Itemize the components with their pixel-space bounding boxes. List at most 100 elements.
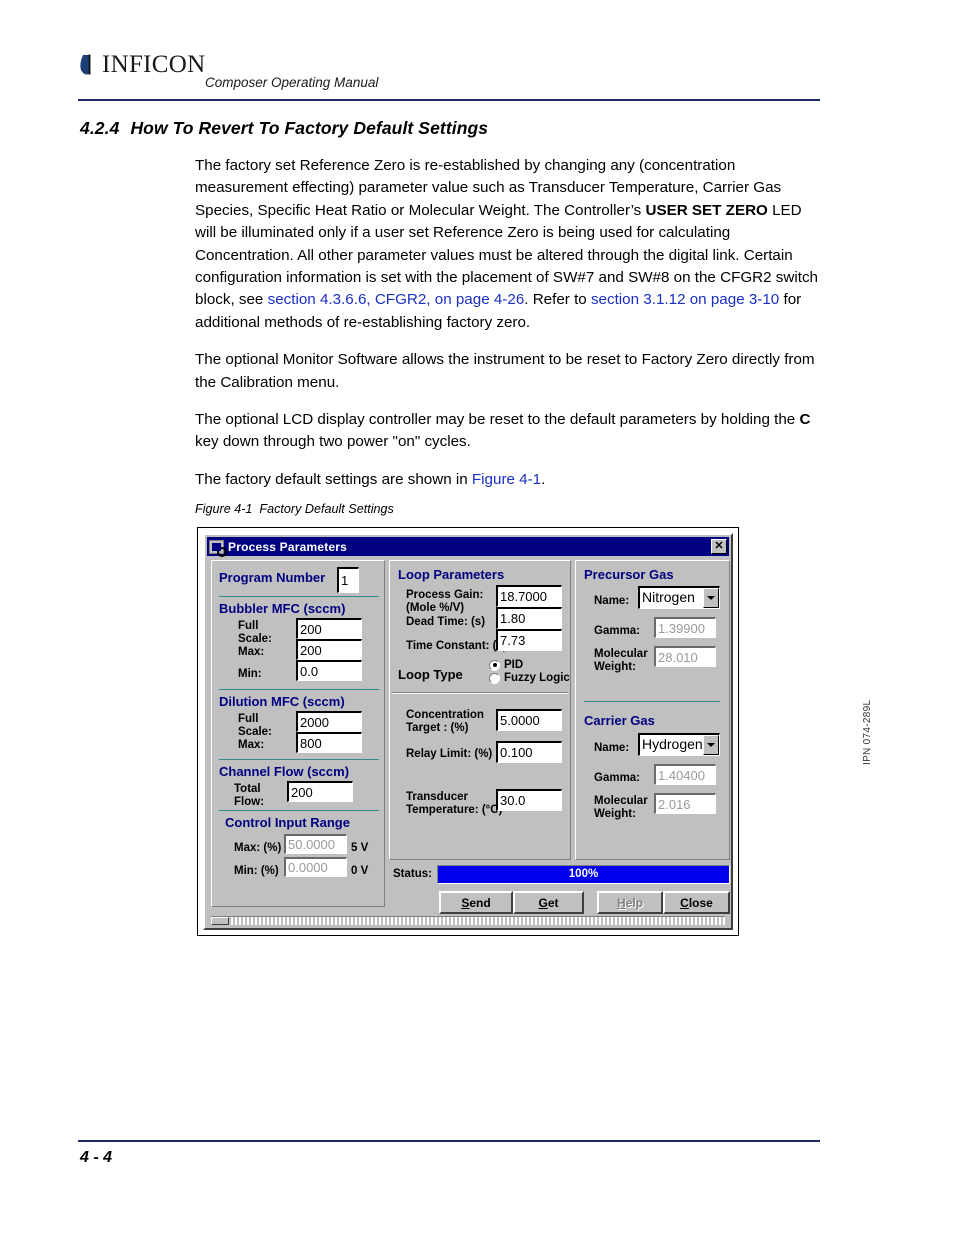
bubbler-fs-line2: Scale: [238,632,272,645]
mid-divider-highlight [392,693,568,694]
carrier-mw-line1: Molecular [594,795,648,807]
loop-type-pid-option[interactable]: PID [489,659,570,671]
precursor-mw-label: Molecular Weight: [594,648,648,673]
process-gain-line2: (Mole %/V) [406,601,465,614]
dilution-full-scale-input[interactable]: 2000 [296,711,362,732]
send-button[interactable]: Send [439,891,513,914]
footer-rule [78,1140,820,1142]
control-min-volts: 0 V [351,865,369,877]
send-mnemonic: S [461,895,470,910]
cross-reference-section-3-1-12[interactable]: section 3.1.12 on page 3-10 [591,291,779,308]
precursor-gas-name-select[interactable]: Nitrogen [638,586,720,609]
process-parameters-dialog: Process Parameters ✕ Program Number 1 Bu… [203,533,733,930]
divider-5 [584,701,720,702]
send-label-rest: end [469,895,491,910]
horizontal-scrollbar[interactable] [211,916,725,925]
bubbler-mfc-title: Bubbler MFC (sccm) [219,601,346,616]
dialog-titlebar[interactable]: Process Parameters ✕ [207,537,729,557]
scrollbar-thumb[interactable] [211,917,229,925]
precursor-gas-title: Precursor Gas [584,567,674,582]
radio-unselected-icon[interactable] [489,672,500,684]
precursor-mw-line1: Molecular [594,648,648,660]
dilution-fs-line1: Full [238,713,259,725]
precursor-name-label: Name: [594,595,630,607]
dialog-body: Program Number 1 Bubbler MFC (sccm) Full… [207,556,730,926]
precursor-gas-name-value: Nitrogen [642,589,695,605]
paragraph-3: The optional LCD display controller may … [195,409,820,454]
chevron-down-icon[interactable] [703,588,719,608]
transducer-line2: Temperature: (°C) [406,803,503,816]
relay-limit-input[interactable]: 0.100 [496,741,562,763]
paragraph-2: The optional Monitor Software allows the… [195,351,815,391]
progress-percent: 100% [568,868,599,880]
figure-caption-text: Factory Default Settings [259,502,394,516]
close-mnemonic: C [680,895,689,910]
radio-selected-icon[interactable] [489,659,500,671]
carrier-gas-name-select[interactable]: Hydrogen [638,733,720,756]
concentration-target-input[interactable]: 5.0000 [496,709,562,731]
time-constant-input[interactable]: 7.73 [496,629,562,651]
close-button[interactable]: Close [663,891,730,914]
process-gain-input[interactable]: 18.7000 [496,585,562,607]
progress-bar: 100% [436,864,730,884]
program-number-input[interactable]: 1 [337,567,359,593]
bubbler-full-scale-input[interactable]: 200 [296,618,362,639]
control-max-label: Max: (%) [234,842,282,854]
loop-type-pid-label: PID [504,659,524,671]
get-label-rest: et [547,895,559,910]
dialog-title: Process Parameters [228,539,348,554]
p1-emphasis: USER SET ZERO [645,201,768,219]
control-max-volts: 5 V [351,842,369,854]
header-rule [78,99,820,101]
precursor-gamma-value: 1.39900 [654,617,716,638]
bubbler-max-input[interactable]: 200 [296,639,362,660]
dilution-mfc-title: Dilution MFC (sccm) [219,694,345,709]
carrier-mw-label: Molecular Weight: [594,795,648,820]
cross-reference-cfgr2[interactable]: section 4.3.6.6, CFGR2, on page 4-26 [268,291,525,308]
control-max-input: 50.0000 [284,834,347,854]
manual-title: Composer Operating Manual [205,75,379,90]
dead-time-input[interactable]: 1.80 [496,607,562,629]
transducer-temperature-input[interactable]: 30.0 [496,789,562,811]
loop-type-fuzzy-option[interactable]: Fuzzy Logic [489,672,570,684]
cross-reference-figure-4-1[interactable]: Figure 4-1 [472,471,541,488]
precursor-mw-value: 28.010 [654,646,716,667]
p4-part-a: The factory default settings are shown i… [195,470,472,488]
channel-flow-total-input[interactable]: 200 [287,781,353,802]
dilution-max-label: Max: [238,739,265,751]
carrier-gamma-label: Gamma: [594,772,641,784]
close-label-rest: lose [688,895,713,910]
help-button: Help [597,891,663,914]
status-label: Status: [393,868,432,880]
left-panel: Program Number 1 Bubbler MFC (sccm) Full… [211,560,385,907]
divider-4 [219,810,379,811]
dilution-full-scale-label: Full Scale: [238,713,272,738]
control-input-range-title: Control Input Range [225,815,350,830]
paragraph-4: The factory default settings are shown i… [195,469,820,491]
bubbler-min-label: Min: [238,668,262,680]
get-button[interactable]: Get [513,891,584,914]
time-constant-label: Time Constant: (s) [406,640,507,652]
figure-caption: Figure 4-1 Factory Default Settings [195,502,394,516]
dead-time-label: Dead Time: (s) [406,616,486,628]
divider-3 [219,759,379,760]
divider-2 [219,689,379,690]
process-gain-line1: Process Gain: [406,589,484,601]
bubbler-min-input[interactable]: 0.0 [296,660,362,681]
inficon-logo-mark-icon [78,52,100,78]
bubbler-fs-line1: Full [238,620,259,632]
bubbler-full-scale-label: Full Scale: [238,620,272,645]
dilution-max-input[interactable]: 800 [296,732,362,753]
inficon-logo: INFICON [78,52,206,78]
chevron-down-icon[interactable] [703,735,719,755]
section-number: 4.2.4 [80,118,120,138]
control-min-input: 0.0000 [284,857,347,877]
window-system-menu-icon[interactable] [209,539,227,557]
body-text-column: The factory set Reference Zero is re-est… [195,155,820,506]
conc-line2: Target : (%) [406,721,469,734]
close-icon[interactable]: ✕ [711,539,727,554]
loop-type-fuzzy-label: Fuzzy Logic [504,672,570,684]
program-number-label: Program Number [219,570,326,585]
channel-total-line1: Total [234,783,261,795]
help-label-rest: elp [625,895,643,910]
